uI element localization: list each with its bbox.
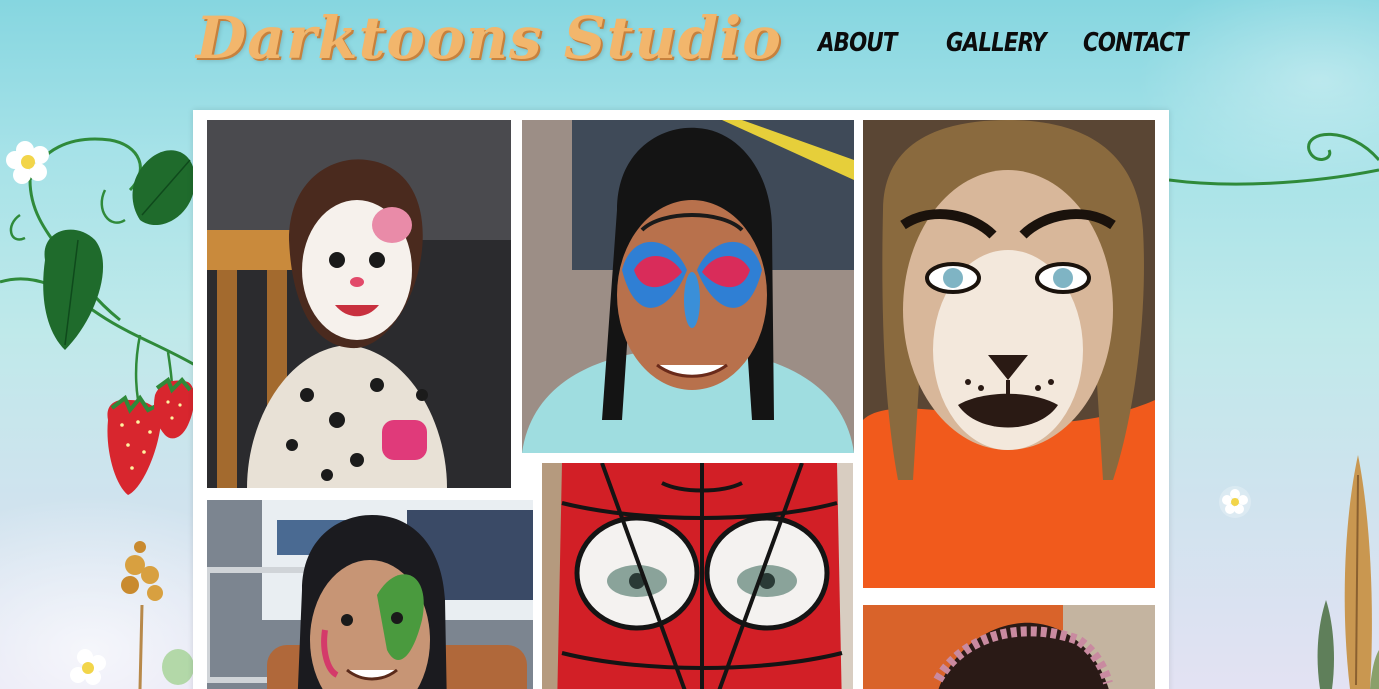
vine-decoration	[1169, 132, 1379, 186]
photo-image	[863, 120, 1155, 588]
strawberry-vine-decoration	[0, 137, 196, 495]
photo-image	[207, 500, 533, 689]
grass-decoration	[1317, 455, 1379, 689]
gallery-photo-lion[interactable]	[863, 120, 1155, 588]
strawberry-icon	[107, 394, 161, 495]
photo-image	[542, 463, 853, 689]
photo-image	[522, 120, 854, 453]
nav-link-gallery[interactable]: GALLERY	[946, 28, 1047, 58]
site-logo[interactable]: Darktoons Studio	[196, 4, 782, 72]
flower-icon	[121, 541, 163, 601]
flower-icon	[1219, 486, 1251, 518]
main-nav: ABOUT GALLERY CONTACT	[815, 28, 1195, 64]
gallery-photo-kitty[interactable]	[207, 120, 511, 488]
gallery-photo-butterfly[interactable]	[522, 120, 854, 453]
nav-link-about[interactable]: ABOUT	[818, 28, 897, 58]
flower-icon	[70, 649, 106, 685]
gallery-photo-dragon[interactable]	[207, 500, 533, 689]
photo-image	[207, 120, 511, 488]
nav-link-contact[interactable]: CONTACT	[1083, 28, 1189, 58]
flower-icon	[6, 141, 49, 184]
gallery-panel	[193, 110, 1169, 689]
leaf-icon	[132, 150, 195, 226]
plant-decoration	[70, 541, 194, 689]
gallery-photo-headband[interactable]	[863, 605, 1155, 689]
gallery-photo-spiderman[interactable]	[542, 463, 853, 689]
leaf-icon	[43, 229, 104, 350]
photo-image	[863, 605, 1155, 689]
